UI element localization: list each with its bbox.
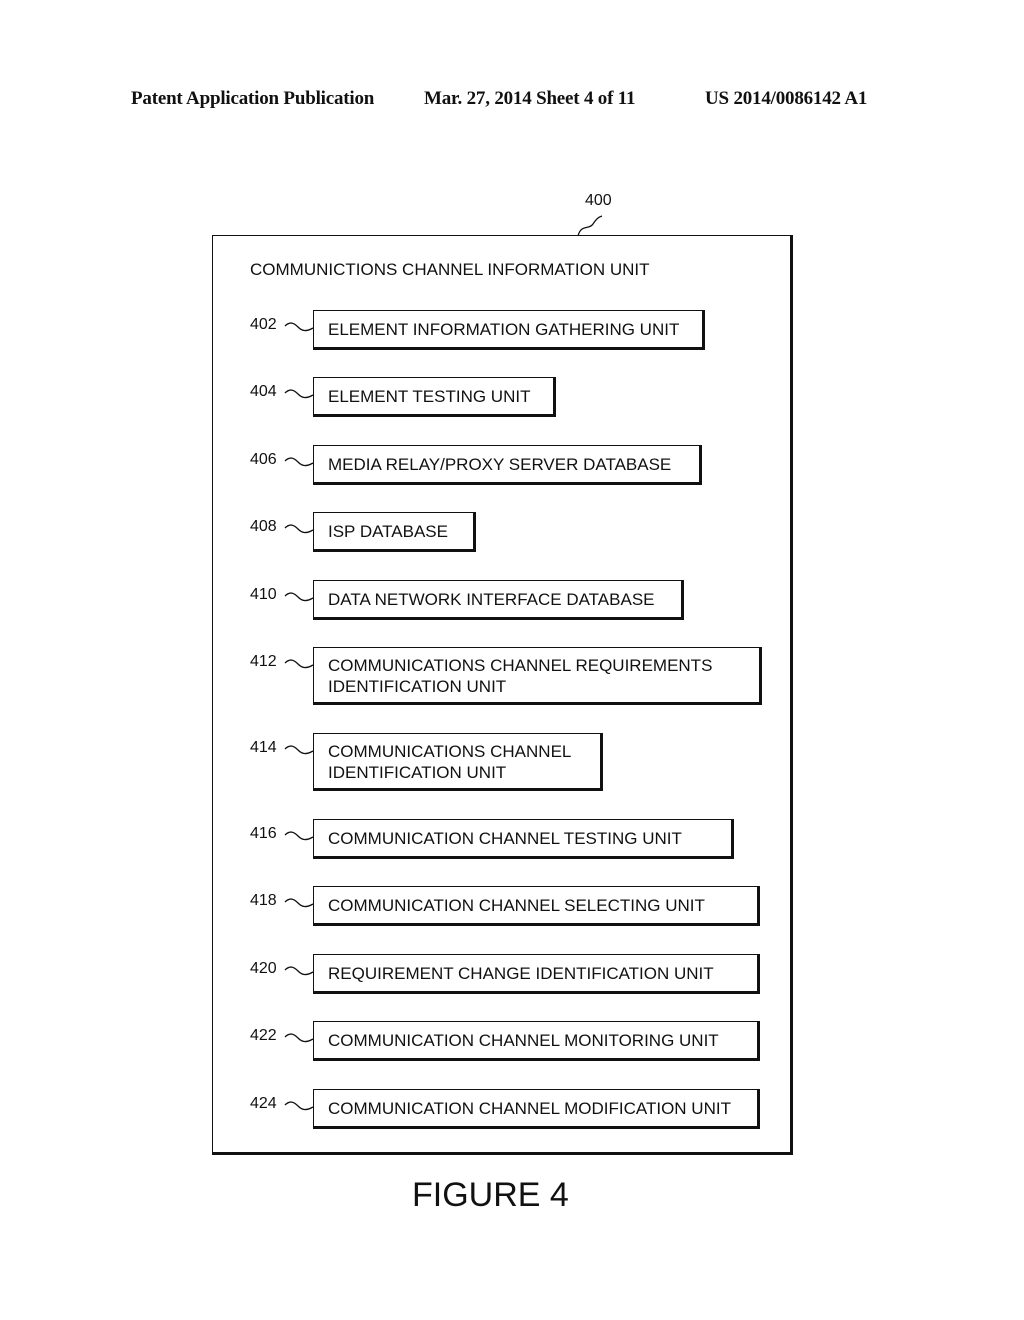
leader-line-402 <box>284 322 314 332</box>
unit-label-line: DATA NETWORK INTERFACE DATABASE <box>328 590 655 609</box>
unit-label: REQUIREMENT CHANGE IDENTIFICATION UNIT <box>328 963 714 984</box>
unit-box-412: COMMUNICATIONS CHANNEL REQUIREMENTS IDENT… <box>313 647 762 705</box>
unit-label: COMMUNICATIONS CHANNEL REQUIREMENTS IDENT… <box>328 655 712 697</box>
publication-number: US 2014/0086142 A1 <box>705 88 868 109</box>
unit-box-424: COMMUNICATION CHANNEL MODIFICATION UNIT <box>313 1089 760 1129</box>
unit-label: COMMUNICATION CHANNEL SELECTING UNIT <box>328 895 705 916</box>
leader-line-414 <box>284 745 314 755</box>
unit-label-line: COMMUNICATION CHANNEL MONITORING UNIT <box>328 1031 719 1050</box>
unit-label: MEDIA RELAY/PROXY SERVER DATABASE <box>328 454 671 475</box>
unit-label-line: COMMUNICATIONS CHANNEL REQUIREMENTS <box>328 656 713 675</box>
unit-box-406: MEDIA RELAY/PROXY SERVER DATABASE <box>313 445 702 485</box>
reference-numeral-424: 424 <box>250 1095 277 1112</box>
figure-label: FIGURE 4 <box>412 1176 569 1214</box>
unit-box-408: ISP DATABASE <box>313 512 476 552</box>
reference-numeral-414: 414 <box>250 739 277 756</box>
publication-date-sheet: Mar. 27, 2014 Sheet 4 of 11 <box>424 88 636 109</box>
leader-line-424 <box>284 1101 314 1111</box>
unit-label: COMMUNICATIONS CHANNEL IDENTIFICATION UNI… <box>328 741 571 783</box>
reference-numeral-406: 406 <box>250 451 277 468</box>
reference-numeral-412: 412 <box>250 653 277 670</box>
reference-numeral-402: 402 <box>250 316 277 333</box>
unit-box-410: DATA NETWORK INTERFACE DATABASE <box>313 580 684 620</box>
unit-box-402: ELEMENT INFORMATION GATHERING UNIT <box>313 310 705 350</box>
unit-label: ELEMENT TESTING UNIT <box>328 386 530 407</box>
unit-label: COMMUNICATION CHANNEL MONITORING UNIT <box>328 1030 719 1051</box>
unit-label-line: COMMUNICATION CHANNEL SELECTING UNIT <box>328 896 705 915</box>
leader-line-422 <box>284 1033 314 1043</box>
leader-line-406 <box>284 457 314 467</box>
unit-label-line: COMMUNICATIONS CHANNEL <box>328 742 572 761</box>
unit-box-404: ELEMENT TESTING UNIT <box>313 377 556 417</box>
unit-label-line: ELEMENT INFORMATION GATHERING UNIT <box>328 320 680 339</box>
unit-label-line: IDENTIFICATION UNIT <box>328 763 507 782</box>
unit-label-line: MEDIA RELAY/PROXY SERVER DATABASE <box>328 455 672 474</box>
reference-numeral-400: 400 <box>585 192 612 209</box>
unit-label-line: COMMUNICATION CHANNEL TESTING UNIT <box>328 829 682 848</box>
reference-numeral-420: 420 <box>250 960 277 977</box>
leader-line-418 <box>284 898 314 908</box>
leader-line-408 <box>284 524 314 534</box>
outer-box-title: COMMUNICTIONS CHANNEL INFORMATION UNIT <box>250 260 650 279</box>
unit-label-line: COMMUNICATION CHANNEL MODIFICATION UNIT <box>328 1099 731 1118</box>
leader-line-404 <box>284 389 314 399</box>
leader-line-420 <box>284 966 314 976</box>
publication-type: Patent Application Publication <box>131 88 375 109</box>
unit-box-418: COMMUNICATION CHANNEL SELECTING UNIT <box>313 886 760 926</box>
unit-box-416: COMMUNICATION CHANNEL TESTING UNIT <box>313 819 734 859</box>
unit-label-line: ELEMENT TESTING UNIT <box>328 387 531 406</box>
unit-label-line: ISP DATABASE <box>328 522 448 541</box>
unit-label-line: REQUIREMENT CHANGE IDENTIFICATION UNIT <box>328 964 714 983</box>
unit-label: COMMUNICATION CHANNEL TESTING UNIT <box>328 828 682 849</box>
reference-numeral-416: 416 <box>250 825 277 842</box>
reference-numeral-404: 404 <box>250 383 277 400</box>
reference-numeral-422: 422 <box>250 1027 277 1044</box>
reference-numeral-408: 408 <box>250 518 277 535</box>
unit-label: COMMUNICATION CHANNEL MODIFICATION UNIT <box>328 1098 731 1119</box>
unit-label: ISP DATABASE <box>328 521 448 542</box>
unit-box-414: COMMUNICATIONS CHANNEL IDENTIFICATION UNI… <box>313 733 603 791</box>
leader-line-416 <box>284 831 314 841</box>
unit-label: ELEMENT INFORMATION GATHERING UNIT <box>328 319 679 340</box>
reference-numeral-418: 418 <box>250 892 277 909</box>
unit-label: DATA NETWORK INTERFACE DATABASE <box>328 589 655 610</box>
unit-label-line: IDENTIFICATION UNIT <box>328 677 507 696</box>
leader-line-410 <box>284 592 314 602</box>
unit-box-420: REQUIREMENT CHANGE IDENTIFICATION UNIT <box>313 954 760 994</box>
unit-box-422: COMMUNICATION CHANNEL MONITORING UNIT <box>313 1021 760 1061</box>
leader-line-412 <box>284 659 314 669</box>
reference-numeral-410: 410 <box>250 586 277 603</box>
